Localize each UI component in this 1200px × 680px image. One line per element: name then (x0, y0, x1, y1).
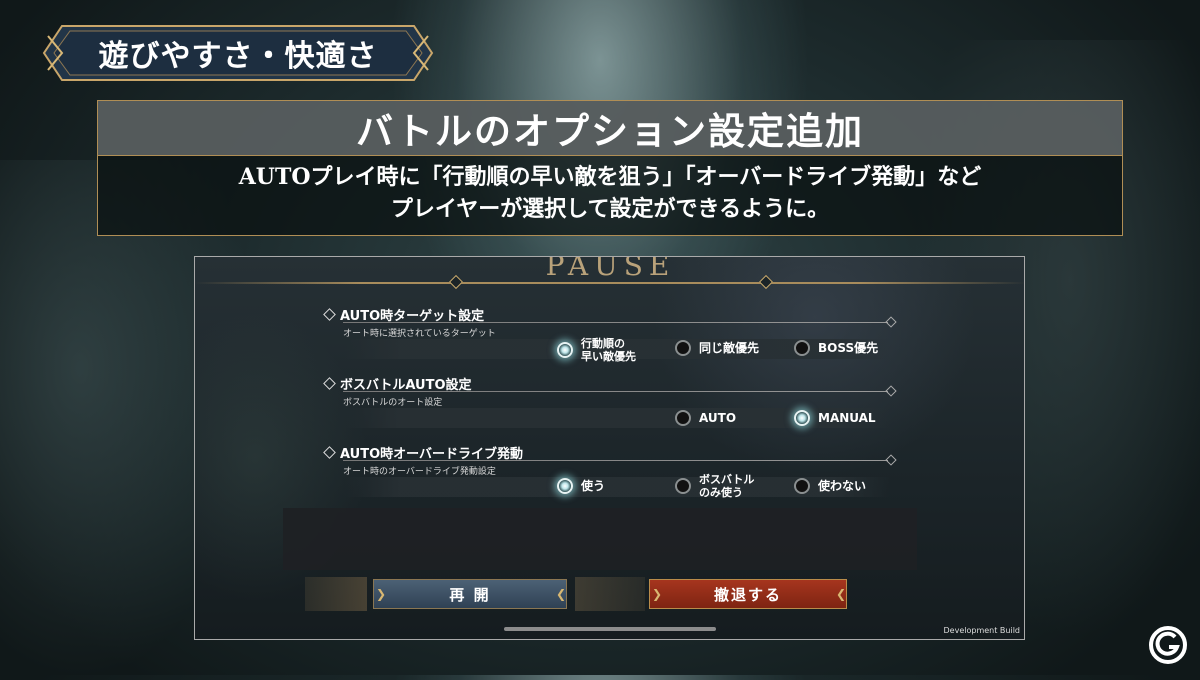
setting-rule (343, 391, 888, 392)
option-label: BOSS優先 (818, 340, 879, 355)
resume-button[interactable]: ❯ 再 開 ❮ (373, 579, 567, 609)
headline-desc-line1: AUTOプレイ時に「行動順の早い敵を狙う」「オーバードライブ発動」など (238, 164, 982, 190)
background-thumbnail (575, 577, 645, 611)
option-manual[interactable]: MANUAL (794, 410, 876, 426)
diamond-icon (885, 454, 897, 466)
radio-icon[interactable] (675, 410, 691, 426)
dev-build-label: Development Build (943, 626, 1020, 635)
diamond-icon (885, 385, 897, 397)
setting-subtitle: オート時のオーバードライブ発動設定 (343, 467, 496, 477)
option-dont-use[interactable]: 使わない (794, 478, 866, 494)
headline-panel: バトルのオプション設定追加 AUTOプレイ時に「行動順の早い敵を狙う」「オーバー… (97, 100, 1123, 236)
chevron-left-icon: ❮ (836, 587, 849, 601)
diamond-icon (323, 446, 336, 459)
setting-rule (343, 322, 888, 323)
setting-rule (343, 460, 888, 461)
option-label: AUTO (699, 410, 737, 425)
diamond-icon (323, 308, 336, 321)
radio-selected-icon[interactable] (557, 342, 573, 358)
radio-selected-icon[interactable] (794, 410, 810, 426)
option-label: 使わない (818, 478, 867, 493)
option-boss-only[interactable]: ボスバトル のみ使う (675, 473, 754, 499)
chevron-right-icon: ❯ (376, 587, 389, 601)
radio-icon[interactable] (675, 340, 691, 356)
setting-subtitle: オート時に選択されているターゲット (343, 329, 496, 339)
setting-subtitle: ボスバトルのオート設定 (343, 398, 443, 408)
option-label: 使う (581, 478, 606, 493)
retreat-button-label: 撤退する (713, 585, 782, 604)
option-label: 行動順の 早い敵優先 (581, 337, 636, 363)
option-label: MANUAL (818, 410, 876, 425)
retreat-button[interactable]: ❯ 撤退する ❮ (649, 579, 847, 609)
pause-divider (195, 282, 1024, 284)
option-auto[interactable]: AUTO (675, 410, 736, 426)
diamond-icon (885, 316, 897, 328)
resume-button-label: 再 開 (449, 585, 491, 604)
home-indicator[interactable] (504, 627, 716, 631)
headline-desc-line2: プレイヤーが選択して設定ができるように。 (390, 196, 830, 222)
headline-description: AUTOプレイ時に「行動順の早い敵を狙う」「オーバードライブ発動」など プレイヤ… (98, 161, 1122, 225)
watermark-logo-icon (1149, 626, 1187, 664)
pause-title: PAUSE (545, 256, 676, 282)
chevron-right-icon: ❯ (652, 587, 665, 601)
game-screenshot: PAUSE AUTO時ターゲット設定 オート時に選択されているターゲット 行動順… (194, 256, 1025, 640)
radio-selected-icon[interactable] (557, 478, 573, 494)
diamond-icon (323, 377, 336, 390)
option-same-enemy[interactable]: 同じ敵優先 (675, 340, 759, 356)
radio-icon[interactable] (794, 340, 810, 356)
radio-icon[interactable] (675, 478, 691, 494)
section-tag-label: 遊びやすさ・快適さ (98, 39, 378, 74)
section-tag: 遊びやすさ・快適さ (40, 22, 436, 84)
background-thumbnail (305, 577, 367, 611)
option-fast-enemy[interactable]: 行動順の 早い敵優先 (557, 337, 636, 363)
option-label: ボスバトル のみ使う (699, 473, 755, 499)
redacted-box (283, 508, 917, 570)
radio-icon[interactable] (794, 478, 810, 494)
option-use[interactable]: 使う (557, 478, 605, 494)
option-label: 同じ敵優先 (699, 340, 760, 355)
chevron-left-icon: ❮ (556, 587, 569, 601)
headline-title: バトルのオプション設定追加 (98, 101, 1122, 156)
option-boss-priority[interactable]: BOSS優先 (794, 340, 878, 356)
